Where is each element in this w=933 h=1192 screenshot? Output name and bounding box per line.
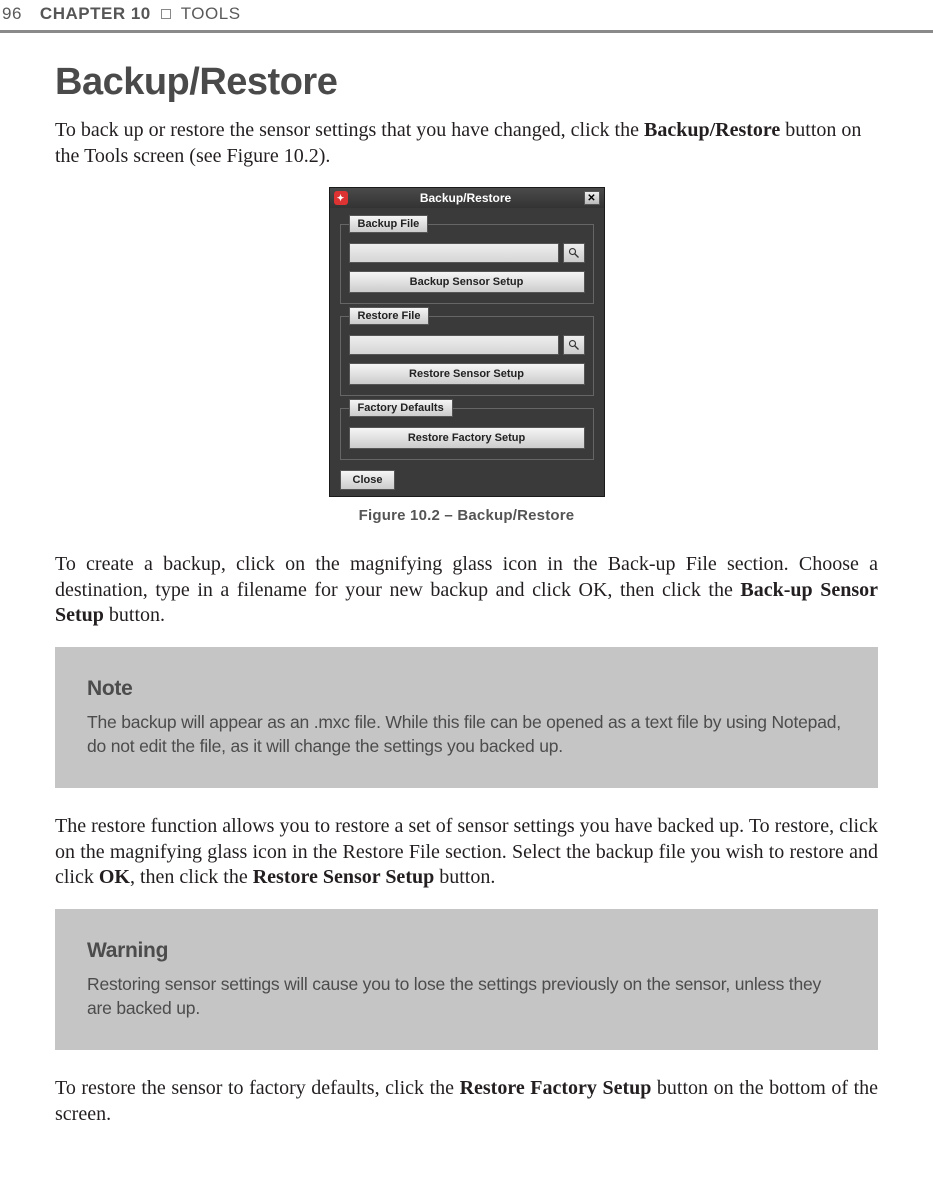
warning-title: Warning [87,939,846,963]
backup-file-row [349,243,585,263]
backup-file-label: Backup File [349,215,429,233]
page-content: Backup/Restore To back up or restore the… [0,61,933,1175]
para3-post: button. [434,866,495,888]
restore-sensor-setup-button[interactable]: Restore Sensor Setup [349,363,585,385]
backup-file-group: Backup File Backup Sensor Setup [340,224,594,304]
backup-restore-dialog: ✦ Backup/Restore ✕ Backup File Backup Se… [329,187,605,497]
intro-paragraph: To back up or restore the sensor setting… [55,118,878,169]
intro-bold: Backup/Restore [644,119,780,141]
restore-file-group: Restore File Restore Sensor Setup [340,316,594,396]
intro-pre: To back up or restore the sensor setting… [55,119,644,141]
chapter-line: CHAPTER 10 TOOLS [40,4,241,24]
restore-paragraph: The restore function allows you to resto… [55,814,878,891]
para2-post: button. [104,604,165,626]
create-backup-paragraph: To create a backup, click on the magnify… [55,552,878,629]
para4-pre: To restore the sensor to factory default… [55,1077,460,1099]
page-header: 96 CHAPTER 10 TOOLS [0,0,933,33]
dialog-close-text-button[interactable]: Close [340,470,396,490]
page-number: 96 [2,4,22,24]
square-separator-icon [161,9,171,19]
dialog-titlebar: ✦ Backup/Restore ✕ [330,188,604,208]
warning-callout: Warning Restoring sensor settings will c… [55,909,878,1050]
backup-file-input[interactable] [349,243,559,263]
factory-defaults-group: Factory Defaults Restore Factory Setup [340,408,594,460]
dialog-body: Backup File Backup Sensor Setup Restore … [330,208,604,496]
restore-file-row [349,335,585,355]
figure-caption: Figure 10.2 – Backup/Restore [55,507,878,524]
restore-factory-setup-button[interactable]: Restore Factory Setup [349,427,585,449]
restore-browse-button[interactable] [563,335,585,355]
para3-mid: , then click the [130,866,253,888]
magnifier-icon [568,247,580,259]
app-icon: ✦ [334,191,348,205]
para3-bold2: Restore Sensor Setup [253,866,434,888]
warning-body: Restoring sensor settings will cause you… [87,973,846,1020]
page-title: Backup/Restore [55,61,878,104]
magnifier-icon [568,339,580,351]
factory-paragraph: To restore the sensor to factory default… [55,1076,878,1127]
dialog-close-button[interactable]: ✕ [584,191,600,205]
dialog-title: Backup/Restore [354,191,578,205]
note-body: The backup will appear as an .mxc file. … [87,711,846,758]
note-callout: Note The backup will appear as an .mxc f… [55,647,878,788]
para3-bold1: OK [99,866,130,888]
restore-file-input[interactable] [349,335,559,355]
figure-wrap: ✦ Backup/Restore ✕ Backup File Backup Se… [55,187,878,497]
backup-sensor-setup-button[interactable]: Backup Sensor Setup [349,271,585,293]
backup-browse-button[interactable] [563,243,585,263]
para4-bold: Restore Factory Setup [460,1077,652,1099]
restore-file-label: Restore File [349,307,430,325]
chapter-label: CHAPTER 10 [40,4,151,23]
factory-defaults-label: Factory Defaults [349,399,453,417]
note-title: Note [87,677,846,701]
section-label: TOOLS [181,4,241,23]
